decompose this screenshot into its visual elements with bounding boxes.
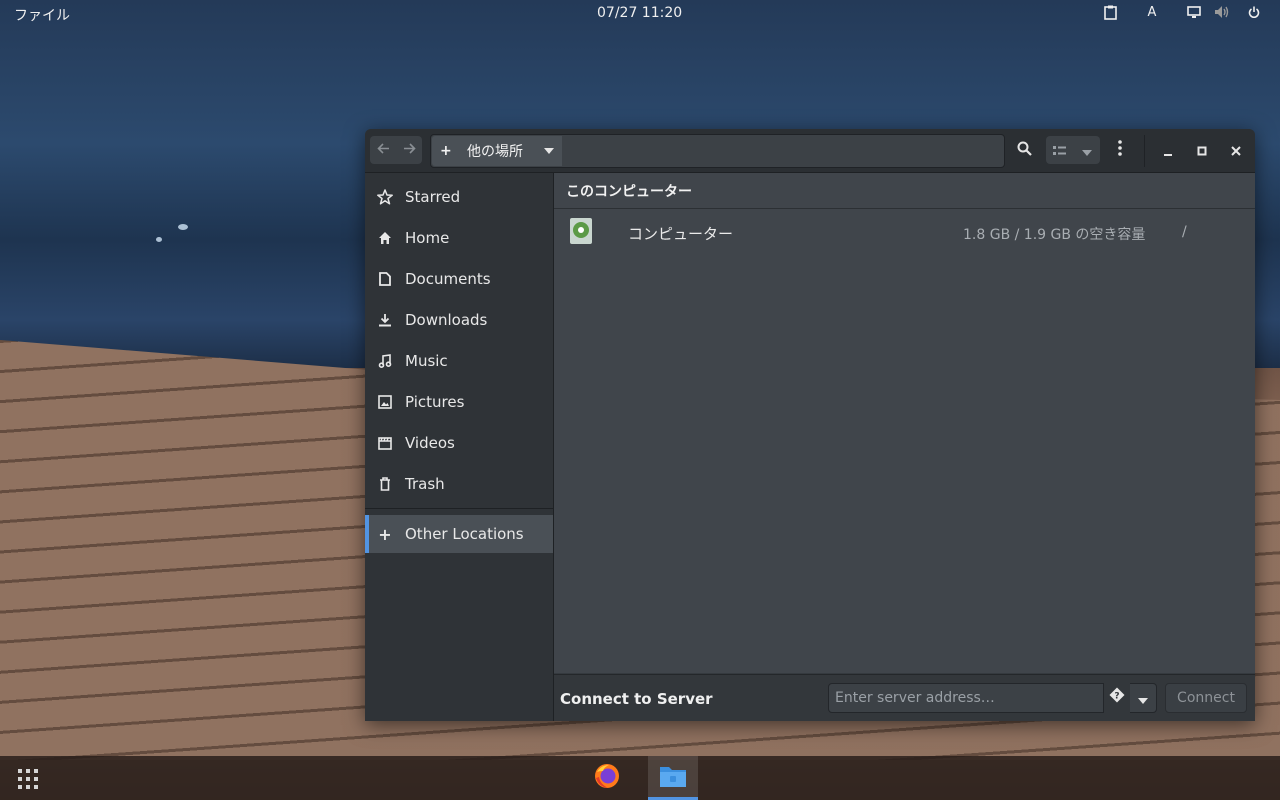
app-grid-icon[interactable] — [17, 768, 39, 790]
dock-app-files[interactable] — [648, 756, 698, 800]
power-icon[interactable] — [1246, 4, 1262, 20]
main-content: このコンピューター コンピューター 1.8 GB / 1.9 GB の空き容量 … — [554, 173, 1255, 673]
list-item[interactable]: コンピューター 1.8 GB / 1.9 GB の空き容量 / — [554, 210, 1255, 254]
section-title: このコンピューター — [566, 184, 692, 200]
path-bar[interactable]: + 他の場所 — [430, 134, 1005, 168]
connect-to-server-bar: Connect to Server ? Connect — [554, 674, 1255, 721]
firefox-icon — [593, 762, 621, 794]
clipboard-icon[interactable] — [1102, 4, 1118, 20]
header-separator — [1144, 135, 1145, 167]
files-icon — [658, 763, 688, 793]
list-view-icon — [1053, 141, 1066, 160]
star-icon — [377, 189, 393, 205]
minimize-icon — [1163, 141, 1173, 160]
path-segment-label: 他の場所 — [467, 144, 523, 160]
maximize-icon — [1197, 141, 1207, 160]
location-name: コンピューター — [628, 225, 734, 243]
search-button[interactable] — [1014, 136, 1034, 164]
plus-icon: + — [378, 524, 392, 544]
sidebar-item-videos[interactable]: Videos — [365, 425, 553, 461]
document-icon — [377, 271, 393, 287]
header-bar: + 他の場所 — [365, 129, 1255, 173]
dock — [0, 756, 1280, 800]
sidebar-item-label: Starred — [405, 188, 461, 206]
sidebar-item-music[interactable]: Music — [365, 343, 553, 379]
path-segment-other-locations[interactable]: + 他の場所 — [432, 136, 562, 166]
forward-button[interactable] — [396, 136, 422, 164]
trash-icon — [377, 476, 393, 492]
section-divider — [554, 208, 1255, 209]
top-bar: ファイル 07/27 11:20 A — [0, 0, 1280, 28]
connect-button[interactable]: Connect — [1165, 683, 1247, 713]
app-menu[interactable]: ファイル — [14, 5, 70, 25]
clock[interactable]: 07/27 11:20 — [597, 5, 682, 21]
arrow-left-icon — [376, 142, 390, 158]
sidebar-item-other-locations[interactable]: + Other Locations — [365, 515, 553, 553]
sidebar-divider — [365, 508, 553, 509]
free-space: 1.8 GB / 1.9 GB の空き容量 — [963, 227, 1146, 243]
sidebar-item-label: Other Locations — [405, 525, 524, 543]
sidebar-item-label: Home — [405, 229, 450, 247]
close-icon — [1231, 141, 1241, 160]
minimize-button[interactable] — [1160, 136, 1176, 164]
view-options-button[interactable] — [1073, 136, 1100, 164]
sidebar-item-downloads[interactable]: Downloads — [365, 302, 553, 338]
volume-icon[interactable] — [1214, 4, 1230, 20]
help-icon[interactable]: ? — [1109, 687, 1125, 703]
picture-icon — [377, 394, 393, 410]
search-icon — [1017, 141, 1032, 160]
menu-icon — [1118, 140, 1122, 160]
system-tray: A — [1102, 4, 1262, 20]
sidebar-item-label: Documents — [405, 270, 491, 288]
sidebar-item-label: Videos — [405, 434, 455, 452]
wallpaper-glint — [156, 237, 162, 242]
sidebar-item-home[interactable]: Home — [365, 220, 553, 256]
display-icon[interactable] — [1186, 4, 1202, 20]
chevron-down-icon[interactable] — [544, 148, 554, 154]
chevron-down-icon — [1138, 689, 1148, 708]
home-icon — [377, 230, 393, 246]
view-buttons — [1046, 136, 1100, 164]
view-options-icon — [1081, 141, 1092, 160]
video-icon — [377, 435, 393, 451]
dock-app-firefox[interactable] — [582, 756, 632, 800]
sidebar-item-documents[interactable]: Documents — [365, 261, 553, 297]
list-view-button[interactable] — [1046, 136, 1073, 164]
menu-button[interactable] — [1112, 136, 1128, 164]
input-method-indicator[interactable]: A — [1144, 4, 1160, 20]
sidebar-item-pictures[interactable]: Pictures — [365, 384, 553, 420]
download-icon — [377, 312, 393, 328]
sidebar-item-label: Pictures — [405, 393, 465, 411]
drive-icon — [570, 218, 592, 244]
plus-icon: + — [440, 143, 452, 159]
sidebar: Starred Home Documents Downloads Music P… — [365, 173, 554, 721]
sidebar-item-label: Downloads — [405, 311, 488, 329]
music-icon — [377, 353, 393, 369]
wallpaper-glint — [178, 224, 188, 230]
maximize-button[interactable] — [1194, 136, 1210, 164]
server-address-input[interactable] — [828, 683, 1104, 713]
sidebar-item-label: Music — [405, 352, 448, 370]
close-button[interactable] — [1228, 136, 1244, 164]
arrow-right-icon — [403, 142, 416, 158]
sidebar-item-trash[interactable]: Trash — [365, 466, 553, 502]
mount-point: / — [1182, 224, 1187, 240]
svg-text:?: ? — [1114, 692, 1119, 702]
server-history-dropdown[interactable] — [1130, 683, 1157, 713]
back-button[interactable] — [370, 136, 396, 164]
sidebar-item-starred[interactable]: Starred — [365, 179, 553, 215]
navigation-buttons — [370, 136, 422, 164]
sidebar-item-label: Trash — [405, 475, 445, 493]
files-window: + 他の場所 Starred Home Documents Downloads … — [365, 129, 1255, 721]
connect-label: Connect to Server — [560, 690, 713, 708]
